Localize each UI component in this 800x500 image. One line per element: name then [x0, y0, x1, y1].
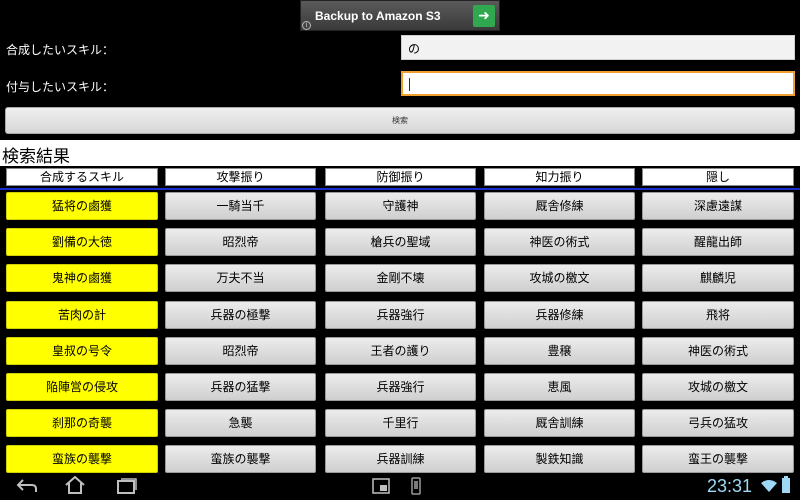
column-header: 攻撃振り: [165, 168, 316, 186]
skill-result-button[interactable]: 兵器の極撃: [165, 301, 316, 329]
skill-result-button[interactable]: 王者の護り: [325, 337, 476, 365]
skill-result-button[interactable]: 攻城の檄文: [642, 373, 794, 401]
skill-result-button[interactable]: 千里行: [325, 409, 476, 437]
info-icon[interactable]: i: [302, 21, 311, 30]
skill-result-button[interactable]: 金剛不壊: [325, 264, 476, 292]
screen-mode-icon[interactable]: [372, 478, 390, 494]
notification-icon[interactable]: [410, 477, 422, 495]
skill-result-button[interactable]: 深慮遠謀: [642, 192, 794, 220]
skill-result-button[interactable]: 急襲: [165, 409, 316, 437]
clock: 23:31: [707, 476, 753, 496]
skill-result-button[interactable]: 神医の術式: [642, 337, 794, 365]
recent-apps-icon[interactable]: [116, 478, 138, 494]
skill-merge-input[interactable]: の: [401, 35, 795, 60]
skill-grant-input[interactable]: [401, 71, 795, 96]
column-header: 隠し: [642, 168, 794, 186]
skill-result-button[interactable]: 槍兵の聖域: [325, 228, 476, 256]
ad-text[interactable]: Backup to Amazon S3: [315, 9, 441, 23]
skill-result-button[interactable]: 蛮族の襲撃: [165, 445, 316, 473]
skill-result-button[interactable]: 守護神: [325, 192, 476, 220]
arrow-right-icon[interactable]: ➜: [473, 5, 495, 27]
skill-result-button[interactable]: 兵器修練: [484, 301, 635, 329]
results-title: 検索結果: [2, 147, 70, 167]
skill-name-cell[interactable]: 陥陣営の侵攻: [6, 373, 158, 401]
column-header: 合成するスキル: [6, 168, 158, 186]
skill-name-cell[interactable]: 皇叔の号令: [6, 337, 158, 365]
ad-banner[interactable]: Backup to Amazon S3: [300, 0, 500, 31]
skill-result-button[interactable]: 蛮王の襲撃: [642, 445, 794, 473]
skill-result-button[interactable]: 麒麟児: [642, 264, 794, 292]
skill-result-button[interactable]: 昭烈帝: [165, 228, 316, 256]
skill-name-cell[interactable]: 刹那の奇襲: [6, 409, 158, 437]
skill-result-button[interactable]: 飛将: [642, 301, 794, 329]
home-icon[interactable]: [64, 476, 86, 494]
skill-result-button[interactable]: 恵風: [484, 373, 635, 401]
skill-result-button[interactable]: 厩舎訓練: [484, 409, 635, 437]
header-divider: [0, 188, 800, 190]
app-root: Backup to Amazon S3 ➜ i 合成したいスキル： の 付与した…: [0, 0, 800, 500]
skill-result-button[interactable]: 厩舎修練: [484, 192, 635, 220]
column-header: 知力振り: [484, 168, 635, 186]
skill-grant-label: 付与したいスキル：: [6, 80, 115, 94]
results-header-band: [0, 140, 800, 166]
battery-icon: [782, 476, 790, 493]
skill-result-button[interactable]: 攻城の檄文: [484, 264, 635, 292]
search-button[interactable]: 検索: [5, 107, 795, 134]
skill-result-button[interactable]: 神医の術式: [484, 228, 635, 256]
skill-result-button[interactable]: 兵器強行: [325, 301, 476, 329]
skill-result-button[interactable]: 万夫不当: [165, 264, 316, 292]
skill-name-cell[interactable]: 猛将の鹵獲: [6, 192, 158, 220]
column-header: 防御振り: [325, 168, 476, 186]
skill-result-button[interactable]: 兵器の猛撃: [165, 373, 316, 401]
skill-result-button[interactable]: 豊穣: [484, 337, 635, 365]
wifi-icon: [761, 480, 777, 492]
skill-result-button[interactable]: 製鉄知識: [484, 445, 635, 473]
text-caret: [409, 78, 410, 91]
skill-result-button[interactable]: 弓兵の猛攻: [642, 409, 794, 437]
skill-name-cell[interactable]: 劉備の大徳: [6, 228, 158, 256]
skill-merge-label: 合成したいスキル：: [6, 43, 115, 57]
skill-result-button[interactable]: 兵器強行: [325, 373, 476, 401]
skill-result-button[interactable]: 醒龍出師: [642, 228, 794, 256]
skill-result-button[interactable]: 一騎当千: [165, 192, 316, 220]
skill-name-cell[interactable]: 苦肉の計: [6, 301, 158, 329]
skill-name-cell[interactable]: 蛮族の襲撃: [6, 445, 158, 473]
skill-result-button[interactable]: 兵器訓練: [325, 445, 476, 473]
skill-result-button[interactable]: 昭烈帝: [165, 337, 316, 365]
skill-name-cell[interactable]: 鬼神の鹵獲: [6, 264, 158, 292]
back-icon[interactable]: [16, 479, 38, 493]
